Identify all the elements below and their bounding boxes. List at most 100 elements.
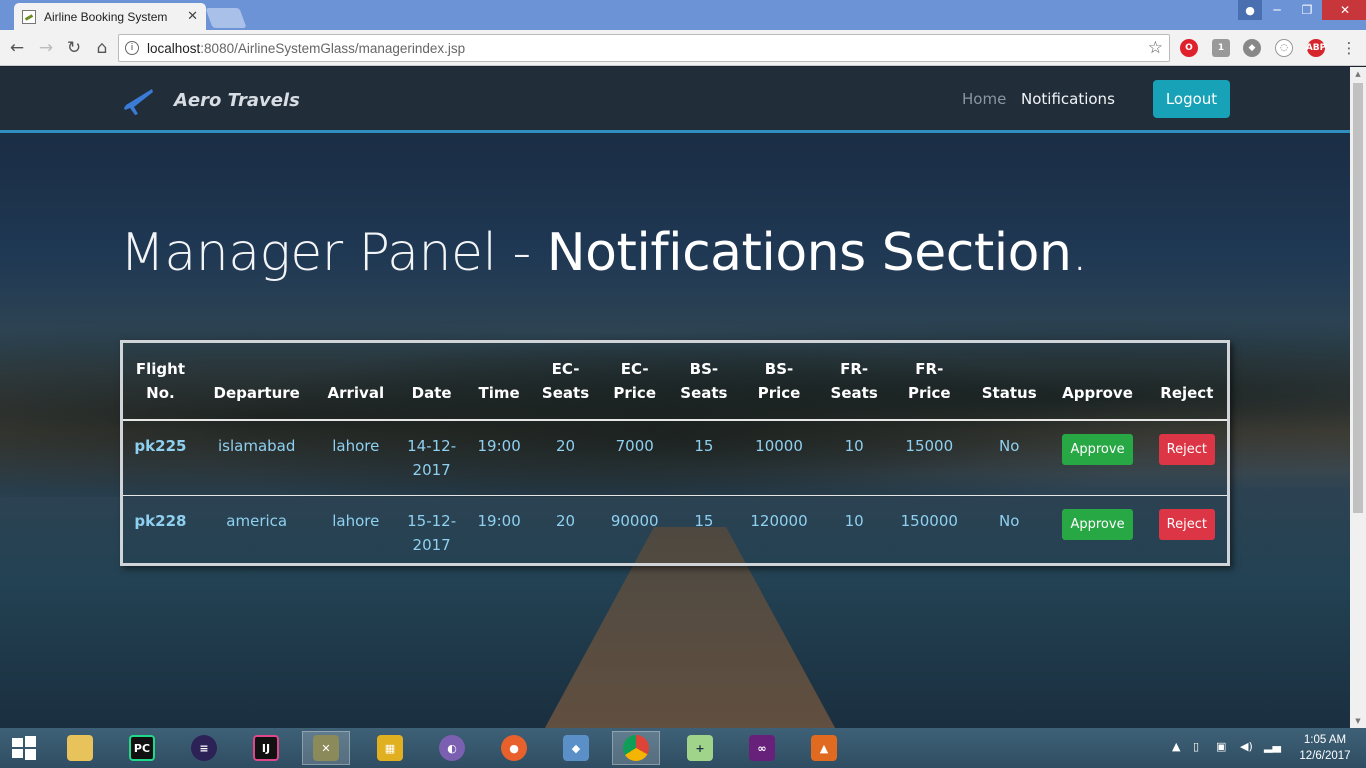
cell-bs-price: 120000 [750, 512, 808, 530]
cell-fr-seats: 10 [819, 420, 889, 496]
page-favicon-icon [22, 9, 36, 24]
chrome-menu-icon[interactable]: ⋮ [1338, 37, 1360, 59]
cell-bs-price: 10000 [738, 420, 820, 496]
browser-toolbar: ← → ↻ ⌂ i localhost:8080/AirlineSystemGl… [0, 30, 1366, 66]
cell-fr-price: 150000 [900, 512, 958, 530]
adblock-extension-icon[interactable]: ABP [1306, 39, 1326, 57]
pycharm-icon[interactable]: PC [118, 731, 166, 765]
tray-expand-icon[interactable]: ▲ [1172, 740, 1180, 753]
intellij-icon[interactable]: IJ [242, 731, 290, 765]
pocket-extension-icon[interactable]: ◆ [1243, 39, 1261, 57]
header-ec-price: EC- Price [599, 343, 670, 421]
browser-titlebar: Airline Booking System ✕ ● ─ ❐ ✕ [0, 0, 1366, 30]
tools-icon[interactable]: ✕ [302, 731, 350, 765]
page-viewport: Aero Travels Home Notifications Logout M… [0, 67, 1350, 728]
reject-button[interactable]: Reject [1158, 509, 1215, 540]
approve-button[interactable]: Approve [1062, 434, 1133, 465]
cell-ec-seats: 20 [531, 420, 600, 496]
taskbar-clock[interactable]: 1:05 AM 12/6/2017 [1292, 732, 1358, 764]
minimize-button[interactable]: ─ [1262, 0, 1292, 20]
table-header-row: Flight No. Departure Arrival Date Time EC… [123, 343, 1227, 421]
header-bs-price: BS- Price [738, 343, 820, 421]
cell-status: No [998, 512, 1020, 530]
opera-extension-icon[interactable]: O [1180, 39, 1198, 57]
cell-ec-price: 90000 [610, 512, 659, 530]
tray-network-icon[interactable]: ▣ [1216, 740, 1226, 753]
info-icon[interactable]: i [125, 41, 139, 55]
url-host: localhost [147, 40, 201, 56]
home-icon[interactable]: ⌂ [91, 37, 113, 59]
header-arrival: Arrival [315, 343, 397, 421]
page-title-light: Manager Panel - [120, 223, 547, 283]
browser-tab[interactable]: Airline Booking System ✕ [14, 3, 206, 30]
header-ec-seats: EC- Seats [531, 343, 600, 421]
notifications-table: Flight No. Departure Arrival Date Time EC… [123, 343, 1227, 570]
cell-approve: Approve [1048, 496, 1146, 571]
cell-flight-no: pk228 [134, 512, 187, 530]
nav-home-link[interactable]: Home [962, 90, 1006, 108]
page-title-period: . [1071, 223, 1088, 283]
header-time: Time [467, 343, 532, 421]
header-bs-seats: BS- Seats [669, 343, 739, 421]
address-bar[interactable]: i localhost:8080/AirlineSystemGlass/mana… [118, 34, 1170, 62]
header-fr-seats: FR- Seats [819, 343, 889, 421]
cell-status: No [969, 420, 1049, 496]
scroll-thumb[interactable] [1353, 83, 1363, 513]
page-title: Manager Panel - Notifications Section. [120, 223, 1088, 283]
cast-extension-icon[interactable]: ◌ [1275, 39, 1293, 57]
reject-button[interactable]: Reject [1158, 434, 1215, 465]
cell-bs-seats: 15 [669, 420, 739, 496]
tray-signal-icon[interactable]: ▂▄ [1264, 740, 1281, 753]
windows-taskbar: PC ≡ IJ ✕ ▦ ◐ ● ◆ + ∞ ▲ ▲ ▯ ▣ ◀) ▂▄ 1:05… [0, 728, 1366, 768]
tab-title: Airline Booking System [44, 9, 168, 24]
back-arrow-icon[interactable]: ← [6, 37, 28, 59]
visual-studio-icon[interactable]: ∞ [738, 731, 786, 765]
cell-fr-price: 15000 [888, 420, 970, 496]
header-status: Status [969, 343, 1049, 421]
logout-button[interactable]: Logout [1153, 80, 1230, 118]
table-row: pk225 islamabad lahore 14-12- 2017 19:00 … [123, 420, 1227, 496]
header-flight-no: Flight No. [123, 343, 198, 421]
nav-notifications-link[interactable]: Notifications [1021, 90, 1115, 108]
maximize-button[interactable]: ❐ [1292, 0, 1322, 20]
close-window-button[interactable]: ✕ [1322, 0, 1366, 20]
tab-close-icon[interactable]: ✕ [187, 9, 198, 24]
virtualbox-icon[interactable]: ◆ [552, 731, 600, 765]
site-navbar: Aero Travels Home Notifications Logout [0, 67, 1350, 133]
eclipse-icon[interactable]: ≡ [180, 731, 228, 765]
approve-button[interactable]: Approve [1062, 509, 1133, 540]
cell-time: 19:00 [477, 512, 521, 530]
scroll-down-icon[interactable]: ▼ [1353, 717, 1363, 725]
cell-time: 19:00 [467, 420, 532, 496]
cell-ec-price: 7000 [599, 420, 670, 496]
file-explorer-icon[interactable] [56, 731, 104, 765]
cube-app-icon[interactable]: ▦ [366, 731, 414, 765]
torrent-icon[interactable]: ◐ [428, 731, 476, 765]
cell-bs-seats: 15 [694, 512, 714, 530]
firefox-icon[interactable]: ● [490, 731, 538, 765]
cell-flight-no: pk225 [123, 420, 198, 496]
scroll-up-icon[interactable]: ▲ [1353, 70, 1363, 78]
new-tab-button[interactable] [205, 8, 247, 28]
bookmark-star-icon[interactable]: ☆ [1148, 38, 1163, 58]
shield-extension-icon[interactable]: 1 [1212, 39, 1230, 57]
header-approve: Approve [1048, 343, 1147, 421]
page-scrollbar[interactable]: ▲ ▼ [1350, 67, 1366, 728]
brand-name: Aero Travels [174, 89, 300, 111]
matlab-icon[interactable]: ▲ [800, 731, 848, 765]
reload-icon[interactable]: ↻ [63, 37, 85, 59]
chrome-icon[interactable] [612, 731, 660, 765]
tray-device-icon[interactable]: ▯ [1193, 740, 1199, 753]
profile-icon[interactable]: ● [1238, 0, 1262, 20]
table-row: pk228 america lahore 15-12- 2017 19:00 20… [123, 496, 1227, 571]
page-title-bold: Notifications Section [546, 223, 1072, 283]
cell-date: 15-12- 2017 [407, 512, 457, 554]
cell-fr-seats: 10 [844, 512, 864, 530]
notepad-plus-icon[interactable]: + [676, 731, 724, 765]
window-controls: ─ ❐ ✕ [1262, 0, 1366, 20]
cell-approve: Approve [1048, 420, 1147, 496]
forward-arrow-icon[interactable]: → [35, 37, 57, 59]
windows-start-icon[interactable] [0, 731, 48, 765]
tray-volume-icon[interactable]: ◀) [1240, 740, 1253, 753]
brand-link[interactable]: Aero Travels [122, 83, 300, 117]
